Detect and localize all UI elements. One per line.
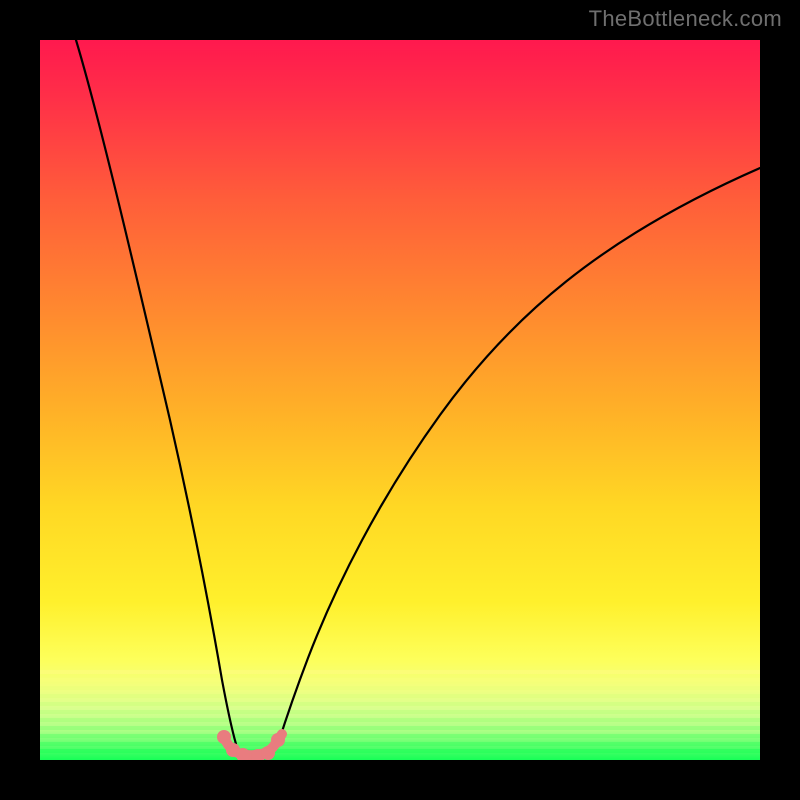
- watermark-text: TheBottleneck.com: [589, 6, 782, 32]
- curve-layer: [40, 40, 760, 760]
- chart-container: TheBottleneck.com: [0, 0, 800, 800]
- plot-area: [40, 40, 760, 760]
- bottleneck-curve-left: [76, 40, 236, 744]
- bottleneck-curve-right: [278, 168, 760, 744]
